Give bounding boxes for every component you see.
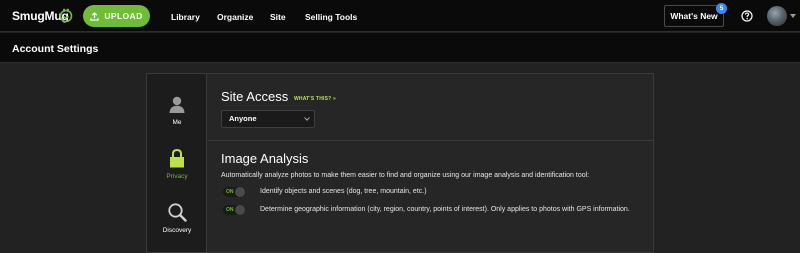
sidebar-item-privacy[interactable]: Privacy (147, 149, 207, 180)
person-icon (169, 96, 185, 113)
upload-label: UPLOAD (104, 11, 143, 21)
sidebar-item-discovery[interactable]: Discovery (147, 202, 207, 234)
image-analysis-description: Automatically analyze photos to make the… (221, 172, 590, 179)
lock-icon (170, 149, 184, 168)
geographic-info-toggle[interactable]: ON (223, 205, 245, 215)
user-avatar[interactable] (767, 6, 787, 26)
image-analysis-heading: Image Analysis (221, 151, 309, 166)
settings-sidebar: Me Privacy Discovery (147, 74, 207, 252)
smugmug-smile-icon (59, 8, 73, 22)
toggle-knob (235, 205, 245, 215)
nav-site[interactable]: Site (270, 12, 286, 22)
upload-icon (90, 11, 100, 21)
help-icon[interactable] (741, 10, 753, 22)
upload-button[interactable]: UPLOAD (83, 5, 150, 27)
nav-library[interactable]: Library (171, 12, 200, 22)
magnifier-icon (168, 203, 187, 222)
nav-organize[interactable]: Organize (217, 12, 253, 22)
page-title: Account Settings (12, 43, 99, 55)
settings-content: Site Access WHAT'S THIS? » Anyone Image … (208, 74, 653, 252)
site-access-heading: Site Access (221, 89, 289, 104)
whats-this-link[interactable]: WHAT'S THIS? » (294, 96, 336, 102)
site-access-selected-value: Anyone (229, 114, 257, 123)
toggle-knob (235, 187, 245, 197)
notification-count-badge: 5 (716, 3, 727, 14)
toggle-on-label: ON (226, 207, 234, 213)
settings-panel: Me Privacy Discovery Site Access WHAT'S … (146, 73, 654, 253)
page-header: Account Settings (0, 33, 800, 63)
chevron-down-icon (304, 117, 310, 121)
whats-new-label: What's New (670, 11, 718, 21)
site-access-select[interactable]: Anyone (221, 110, 315, 128)
sidebar-item-label: Me (172, 119, 182, 126)
sidebar-item-me[interactable]: Me (147, 96, 207, 126)
whats-new-button[interactable]: What's New (664, 5, 724, 27)
top-navigation-bar: SmugMug UPLOAD Library Organize Site Sel… (0, 0, 800, 32)
sidebar-item-label: Privacy (166, 173, 188, 180)
identify-objects-label: Identify objects and scenes (dog, tree, … (260, 188, 427, 195)
geographic-info-label: Determine geographic information (city, … (260, 206, 630, 213)
toggle-on-label: ON (226, 189, 234, 195)
section-divider (208, 140, 653, 141)
chevron-down-icon[interactable] (790, 14, 796, 18)
sidebar-item-label: Discovery (162, 227, 192, 234)
nav-selling-tools[interactable]: Selling Tools (305, 12, 357, 22)
identify-objects-toggle[interactable]: ON (223, 187, 245, 197)
